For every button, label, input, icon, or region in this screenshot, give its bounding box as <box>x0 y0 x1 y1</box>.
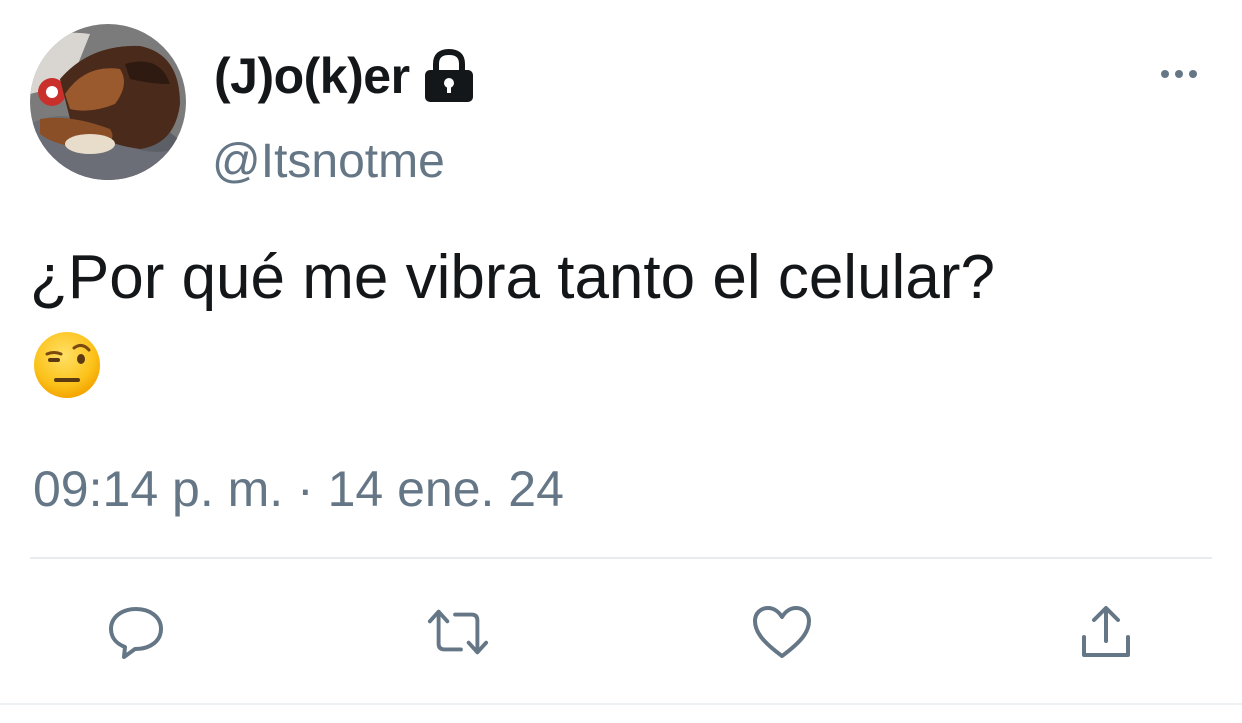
bottom-divider <box>0 703 1242 705</box>
share-icon[interactable] <box>1074 600 1138 664</box>
reply-icon[interactable] <box>104 600 168 664</box>
heart-icon[interactable] <box>750 600 814 664</box>
tweet-text: ¿Por qué me vibra tanto el celular? <box>30 243 995 312</box>
more-options-icon[interactable] <box>1158 62 1200 86</box>
retweet-icon[interactable] <box>426 600 490 664</box>
divider <box>30 557 1212 559</box>
handle[interactable]: @Itsnotme <box>212 134 445 189</box>
lock-icon <box>420 48 478 104</box>
display-name[interactable]: (J)o(k)er <box>214 47 410 105</box>
face-with-raised-eyebrow-icon <box>32 330 102 400</box>
timestamp[interactable]: 09:14 p. m. · 14 ene. 24 <box>33 460 564 518</box>
avatar[interactable] <box>30 24 186 180</box>
name-row: (J)o(k)er <box>214 44 478 108</box>
